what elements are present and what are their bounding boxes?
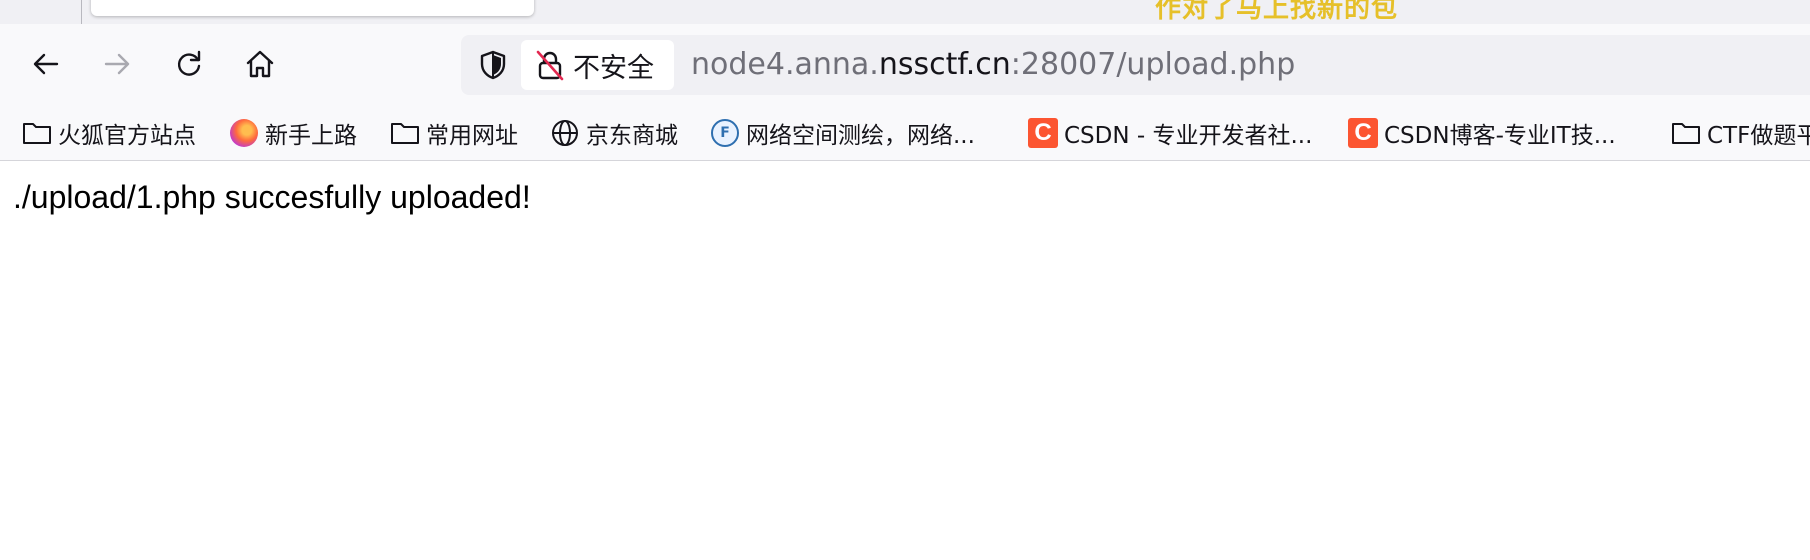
csdn-icon: C <box>1348 118 1378 148</box>
bookmark-firefox-official[interactable]: 火狐官方站点 <box>22 116 196 150</box>
url-prefix: node4.anna. <box>691 47 879 82</box>
bookmark-label: 网络空间测绘，网络... <box>746 123 975 149</box>
bookmark-getting-started[interactable]: 新手上路 <box>229 116 357 150</box>
insecure-lock-icon <box>536 50 564 81</box>
bookmark-label: 京东商城 <box>586 123 678 149</box>
fofa-icon: F <box>710 118 740 148</box>
arrow-left-icon <box>33 53 59 75</box>
bookmark-label: CTF做题平 <box>1707 123 1810 149</box>
csdn-icon: C <box>1028 118 1058 148</box>
bookmark-label: CSDN博客-专业IT技... <box>1384 123 1616 149</box>
home-icon <box>246 50 274 78</box>
bookmark-csdn[interactable]: C CSDN - 专业开发者社... <box>1028 116 1312 150</box>
forward-button[interactable] <box>95 42 139 86</box>
bookmark-csdn-blog[interactable]: C CSDN博客-专业IT技... <box>1348 116 1616 150</box>
url-text[interactable]: node4.anna.nssctf.cn:28007/upload.php <box>691 47 1295 82</box>
active-tab[interactable] <box>91 0 534 16</box>
bookmark-label: 常用网址 <box>426 123 518 149</box>
connection-not-secure-button[interactable]: 不安全 <box>521 40 674 90</box>
tab-strip: 作对了马上找新的包 <box>0 0 1810 24</box>
globe-icon <box>550 118 580 148</box>
reload-button[interactable] <box>167 42 211 86</box>
bookmark-label: 火狐官方站点 <box>58 123 196 149</box>
home-button[interactable] <box>238 42 282 86</box>
navigation-toolbar: 不安全 node4.anna.nssctf.cn:28007/upload.ph… <box>0 24 1810 106</box>
arrow-right-icon <box>104 53 130 75</box>
tracking-protection-button[interactable] <box>475 47 511 83</box>
bookmark-label: CSDN - 专业开发者社... <box>1064 123 1313 149</box>
url-bar[interactable]: 不安全 node4.anna.nssctf.cn:28007/upload.ph… <box>461 35 1810 95</box>
not-secure-label: 不安全 <box>573 52 654 84</box>
url-domain: nssctf.cn <box>878 47 1011 82</box>
folder-icon <box>22 118 52 148</box>
folder-icon <box>1671 118 1701 148</box>
bookmarks-toolbar: 火狐官方站点 新手上路 常用网址 京东商城 F 网络空间测绘，网络... C C… <box>0 106 1810 161</box>
firefox-icon <box>229 118 259 148</box>
reload-icon <box>177 50 201 76</box>
bookmark-fofa[interactable]: F 网络空间测绘，网络... <box>710 116 975 150</box>
bookmark-ctf[interactable]: CTF做题平 <box>1671 116 1810 150</box>
tab-divider <box>81 0 82 24</box>
bookmark-label: 新手上路 <box>265 123 357 149</box>
tab-strip-overflow-text: 作对了马上找新的包 <box>1155 0 1399 24</box>
bookmark-common-sites[interactable]: 常用网址 <box>390 116 518 150</box>
back-button[interactable] <box>24 42 68 86</box>
bookmark-jd[interactable]: 京东商城 <box>550 116 678 150</box>
shield-icon <box>480 50 506 80</box>
upload-result-message: ./upload/1.php succesfully uploaded! <box>13 179 531 215</box>
folder-icon <box>390 118 420 148</box>
url-suffix: :28007/upload.php <box>1010 47 1296 82</box>
